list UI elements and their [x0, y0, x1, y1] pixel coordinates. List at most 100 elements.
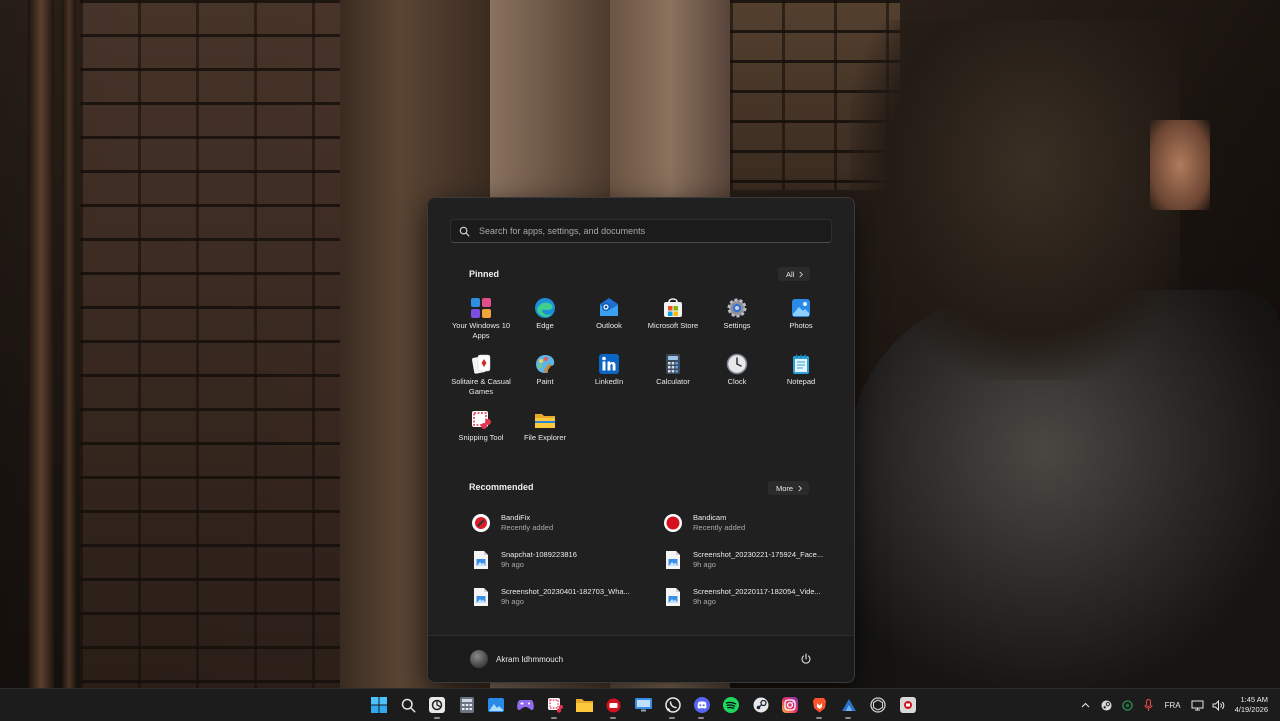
pinned-app-paint[interactable]: Paint	[513, 350, 577, 402]
network-icon	[1191, 700, 1204, 710]
user-account-button[interactable]: Akram Idhmmouch	[470, 650, 563, 668]
photos-icon	[790, 297, 812, 319]
pinned-app-outlook[interactable]: Outlook	[577, 294, 641, 346]
taskbar-app-steam[interactable]	[834, 689, 863, 721]
spotify-icon	[723, 697, 740, 713]
taskbar-app-bandicam[interactable]	[599, 689, 628, 721]
app-label: Edge	[536, 321, 554, 330]
app-label: Microsoft Store	[647, 321, 699, 330]
bandicam-icon	[662, 512, 684, 534]
app-label: File Explorer	[523, 433, 567, 442]
taskbar-app-calculator[interactable]	[452, 689, 481, 721]
tray-steam-button[interactable]	[1096, 689, 1117, 721]
pinned-app-file-explorer[interactable]: File Explorer	[513, 406, 577, 458]
remote-desktop-icon	[634, 698, 652, 712]
recommended-item-subtitle: Recently added	[501, 523, 554, 532]
gamepad-icon	[517, 700, 534, 710]
calculator-icon	[459, 697, 474, 713]
taskbar-app-file-explorer[interactable]	[570, 689, 599, 721]
running-indicator	[433, 717, 440, 719]
unity-icon	[870, 697, 886, 713]
taskbar-app-chatgpt[interactable]	[423, 689, 452, 721]
recommended-item-file[interactable]: Screenshot_20230401-182703_Wha... 9h ago	[462, 582, 642, 612]
taskbar-app-photos[interactable]	[482, 689, 511, 721]
show-hidden-icons-button[interactable]	[1075, 689, 1096, 721]
chatgpt-icon	[429, 697, 446, 713]
taskbar-app-remote-desktop[interactable]	[629, 689, 658, 721]
pinned-app-notepad[interactable]: Notepad	[769, 350, 833, 402]
taskbar-start-button[interactable]	[364, 689, 393, 721]
pinned-app-snipping-tool[interactable]: Snipping Tool	[449, 406, 513, 458]
start-search-box[interactable]	[450, 219, 832, 243]
start-menu: Pinned All Your Windows 10 Apps Edge Out…	[427, 197, 855, 683]
taskbar-app-discord[interactable]	[687, 689, 716, 721]
power-button[interactable]	[798, 651, 814, 667]
image-file-icon	[662, 549, 684, 571]
recommended-item-bandicam[interactable]: Bandicam Recently added	[654, 508, 834, 538]
search-icon	[451, 226, 477, 237]
taskbar-app-unity[interactable]	[864, 689, 893, 721]
recommended-item-file[interactable]: Snapchat-1089223816 9h ago	[462, 545, 642, 575]
system-tray: FRA 1:45 AM 4/19/2026	[1075, 689, 1280, 721]
bandifix-icon	[470, 512, 492, 534]
status-circle-icon	[1121, 699, 1133, 711]
tray-volume-button[interactable]	[1208, 689, 1229, 721]
taskbar-app-game[interactable]	[511, 689, 540, 721]
folder-icon	[534, 409, 556, 431]
taskbar-app-steam-helper[interactable]	[746, 689, 775, 721]
recommended-item-title: Snapchat-1089223816	[501, 550, 577, 559]
pinned-app-microsoft-store[interactable]: Microsoft Store	[641, 294, 705, 346]
taskbar-clock[interactable]: 1:45 AM 4/19/2026	[1235, 695, 1268, 715]
running-indicator	[668, 717, 675, 719]
tray-nvidia-button[interactable]	[1117, 689, 1138, 721]
search-input[interactable]	[477, 225, 811, 237]
photos-icon	[488, 698, 505, 712]
clock-date: 4/19/2026	[1234, 705, 1268, 714]
recommended-item-title: BandiFix	[501, 513, 531, 522]
taskbar-app-bandicut[interactable]	[893, 689, 922, 721]
pinned-app-your-windows-10-apps[interactable]: Your Windows 10 Apps	[449, 294, 513, 346]
pinned-app-solitaire[interactable]: Solitaire & Casual Games	[449, 350, 513, 402]
input-language-indicator[interactable]: FRA	[1165, 701, 1181, 710]
pinned-app-linkedin[interactable]: LinkedIn	[577, 350, 641, 402]
instagram-icon	[782, 697, 799, 713]
store-icon	[662, 297, 684, 319]
taskbar-app-spotify[interactable]	[717, 689, 746, 721]
image-file-icon	[470, 549, 492, 571]
discord-icon	[693, 697, 710, 713]
app-label: Your Windows 10 Apps	[451, 321, 511, 340]
brave-icon	[813, 698, 827, 713]
cards-icon	[470, 353, 492, 375]
taskbar-app-whatsapp[interactable]	[658, 689, 687, 721]
pinned-app-edge[interactable]: Edge	[513, 294, 577, 346]
all-apps-button[interactable]: All	[778, 267, 811, 281]
pinned-app-settings[interactable]: Settings	[705, 294, 769, 346]
more-button[interactable]: More	[768, 481, 810, 495]
tray-microphone-button[interactable]	[1138, 689, 1159, 721]
steam-icon	[841, 699, 856, 711]
taskbar: FRA 1:45 AM 4/19/2026	[0, 688, 1280, 721]
clock-icon	[726, 353, 748, 375]
taskbar-search-button[interactable]	[393, 689, 422, 721]
taskbar-app-snipping-tool[interactable]	[540, 689, 569, 721]
user-name: Akram Idhmmouch	[496, 654, 564, 664]
steam-icon	[753, 697, 769, 713]
taskbar-app-instagram[interactable]	[775, 689, 804, 721]
linkedin-icon	[598, 353, 620, 375]
taskbar-app-brave[interactable]	[805, 689, 834, 721]
wallpaper-pipe	[28, 0, 54, 688]
recommended-item-title: Screenshot_20230221-175924_Face...	[693, 550, 824, 559]
pinned-app-photos[interactable]: Photos	[769, 294, 833, 346]
pinned-app-calculator[interactable]: Calculator	[641, 350, 705, 402]
pinned-app-clock[interactable]: Clock	[705, 350, 769, 402]
recommended-item-bandifix[interactable]: BandiFix Recently added	[462, 508, 642, 538]
image-file-icon	[470, 586, 492, 608]
recommended-item-file[interactable]: Screenshot_20220117-182054_Vide... 9h ag…	[654, 582, 834, 612]
recommended-item-file[interactable]: Screenshot_20230221-175924_Face... 9h ag…	[654, 545, 834, 575]
snipping-tool-icon	[470, 409, 492, 431]
app-label: Outlook	[596, 321, 622, 330]
running-indicator	[551, 717, 558, 719]
running-indicator	[815, 717, 822, 719]
tray-network-button[interactable]	[1187, 689, 1208, 721]
wallpaper-character-hair	[850, 20, 1180, 380]
